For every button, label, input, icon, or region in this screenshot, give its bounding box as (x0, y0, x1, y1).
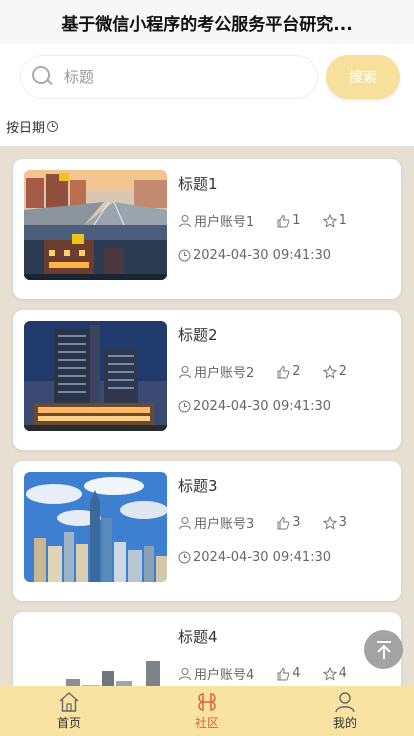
tab-home-label: 首页 (56, 716, 81, 730)
like-count: 3 (292, 515, 301, 530)
favorite-count: 2 (338, 364, 347, 379)
post-author[interactable]: 用户账号1 (178, 211, 254, 230)
post-title: 标题1 (178, 175, 218, 193)
favorite-button[interactable]: 2 (322, 364, 347, 379)
post-card[interactable]: 标题3 用户账号3 3 3 2024-04-30 09:41:30 (13, 461, 401, 601)
favorite-count: 3 (338, 515, 347, 530)
like-count: 2 (292, 364, 301, 379)
favorite-count: 1 (338, 213, 347, 228)
post-author-name: 用户账号2 (194, 366, 255, 381)
post-meta: 用户账号2 2 2 (178, 362, 347, 381)
post-time: 2024-04-30 09:41:30 (178, 399, 331, 414)
like-count: 1 (292, 213, 301, 228)
favorite-button[interactable]: 1 (322, 213, 347, 228)
like-count: 4 (292, 666, 301, 681)
star-icon (322, 666, 337, 681)
like-button[interactable]: 4 (276, 666, 301, 681)
user-icon (179, 516, 191, 529)
tab-home[interactable]: 首页 (0, 686, 138, 736)
user-icon (179, 214, 191, 227)
post-author[interactable]: 用户账号4 (178, 664, 254, 683)
tab-profile-label: 我的 (332, 716, 357, 730)
post-card[interactable]: 标题2 用户账号2 2 2 2024-04-30 09:41:30 (13, 310, 401, 450)
post-author[interactable]: 用户账号3 (178, 513, 254, 532)
post-author-name: 用户账号3 (194, 517, 255, 532)
top-bar: 基于微信小程序的考公服务平台研究... (0, 0, 414, 44)
tab-community-label: 社区 (194, 716, 219, 730)
post-timestamp: 2024-04-30 09:41:30 (193, 399, 332, 414)
star-icon (322, 515, 337, 530)
post-time: 2024-04-30 09:41:30 (178, 550, 331, 565)
tab-profile[interactable]: 我的 (276, 686, 414, 736)
thumbs-up-icon (277, 516, 290, 529)
sort-by-date-toggle[interactable]: 按日期 (6, 117, 59, 136)
tab-community[interactable]: 社区 (138, 686, 276, 736)
person-icon (335, 692, 355, 713)
like-button[interactable]: 2 (276, 364, 301, 379)
clock-icon (178, 551, 191, 564)
arrow-up-icon (376, 640, 391, 659)
post-timestamp: 2024-04-30 09:41:30 (193, 550, 332, 565)
post-author-name: 用户账号1 (194, 215, 255, 230)
post-timestamp: 2024-04-30 09:41:30 (193, 248, 332, 263)
home-icon (59, 692, 79, 712)
like-button[interactable]: 3 (276, 515, 301, 530)
post-title: 标题4 (178, 628, 218, 646)
search-button[interactable]: 搜索 (326, 55, 400, 99)
clock-icon (178, 249, 191, 262)
community-icon (198, 693, 216, 711)
post-list: 标题1 用户账号1 1 1 2024-04-30 09:41:30 标题2 用户… (0, 146, 414, 686)
sort-label: 按日期 (6, 121, 46, 136)
search-box[interactable] (20, 55, 318, 99)
search-input[interactable] (64, 68, 294, 86)
post-time: 2024-04-30 09:41:30 (178, 248, 331, 263)
thumbs-up-icon (277, 667, 290, 680)
thumbs-up-icon (277, 365, 290, 378)
star-icon (322, 213, 337, 228)
user-icon (179, 667, 191, 680)
user-icon (179, 365, 191, 378)
post-card[interactable]: 标题1 用户账号1 1 1 2024-04-30 09:41:30 (13, 159, 401, 299)
post-image-street-buildings (24, 170, 167, 280)
post-meta: 用户账号3 3 3 (178, 513, 347, 532)
post-image-grey-buildings (24, 623, 167, 686)
bottom-tab-bar: 首页 社区 我的 (0, 686, 414, 736)
post-card[interactable]: 标题4 用户账号4 4 4 (13, 612, 401, 686)
post-meta: 用户账号4 4 4 (178, 664, 347, 683)
star-icon (322, 364, 337, 379)
post-author-name: 用户账号4 (194, 668, 255, 683)
page-title: 基于微信小程序的考公服务平台研究... (61, 14, 353, 35)
clock-icon (47, 121, 59, 132)
favorite-button[interactable]: 4 (322, 666, 347, 681)
post-meta: 用户账号1 1 1 (178, 211, 347, 230)
post-author[interactable]: 用户账号2 (178, 362, 254, 381)
favorite-button[interactable]: 3 (322, 515, 347, 530)
search-bar: 搜索 按日期 (0, 44, 414, 146)
favorite-count: 4 (338, 666, 347, 681)
post-image-city-skyline (24, 472, 167, 582)
like-button[interactable]: 1 (276, 213, 301, 228)
post-title: 标题3 (178, 477, 218, 495)
search-icon (32, 66, 54, 88)
post-image-night-towers (24, 321, 167, 431)
post-title: 标题2 (178, 326, 218, 344)
thumbs-up-icon (277, 214, 290, 227)
back-to-top-button[interactable] (364, 630, 403, 669)
clock-icon (178, 400, 191, 413)
